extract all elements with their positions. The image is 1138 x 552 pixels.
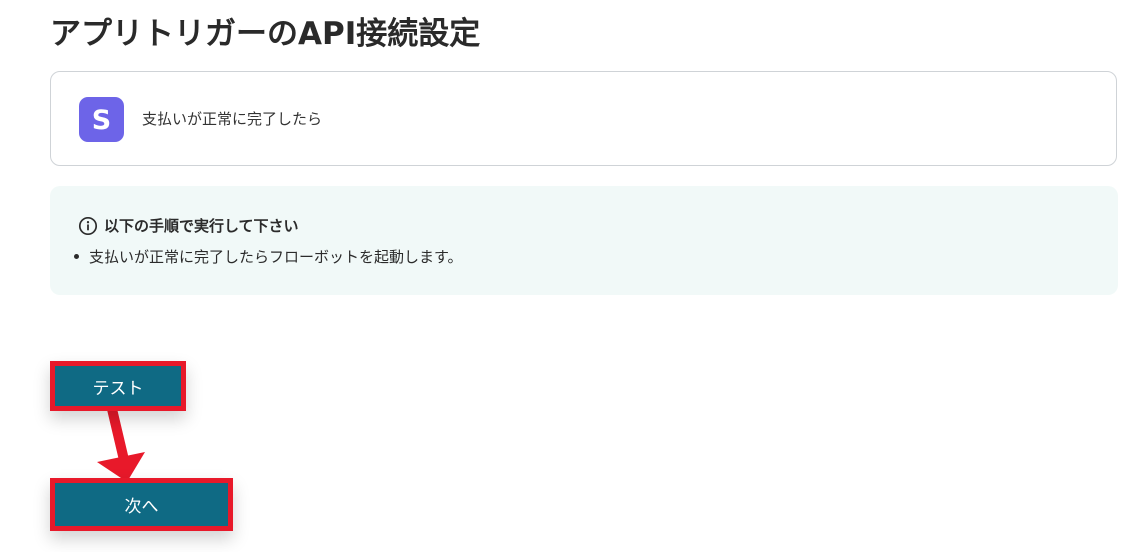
bullet-icon	[74, 254, 79, 259]
stripe-s-glyph: S	[92, 105, 111, 136]
app-trigger-card: S 支払いが正常に完了したら	[50, 71, 1117, 166]
page: アプリトリガーのAPI接続設定 S 支払いが正常に完了したら 以下の手順で実行し…	[0, 0, 1138, 552]
page-title: アプリトリガーのAPI接続設定	[50, 16, 481, 52]
instruction-title: 以下の手順で実行して下さい	[104, 217, 299, 235]
instruction-header: 以下の手順で実行して下さい	[78, 215, 299, 236]
instruction-box: 以下の手順で実行して下さい 支払いが正常に完了したらフローボットを起動します。	[50, 186, 1118, 295]
info-circle-icon	[78, 216, 98, 235]
trigger-event-label: 支払いが正常に完了したら	[142, 110, 323, 128]
svg-text:S: S	[92, 105, 111, 136]
instruction-list-item: 支払いが正常に完了したらフローボットを起動します。	[74, 246, 463, 267]
next-button[interactable]: 次へ	[50, 478, 233, 531]
annotation-arrow-shaft	[107, 407, 129, 462]
instruction-item-text: 支払いが正常に完了したらフローボットを起動します。	[89, 248, 463, 266]
test-button[interactable]: テスト	[50, 361, 186, 411]
stripe-s-icon: S	[79, 97, 124, 142]
